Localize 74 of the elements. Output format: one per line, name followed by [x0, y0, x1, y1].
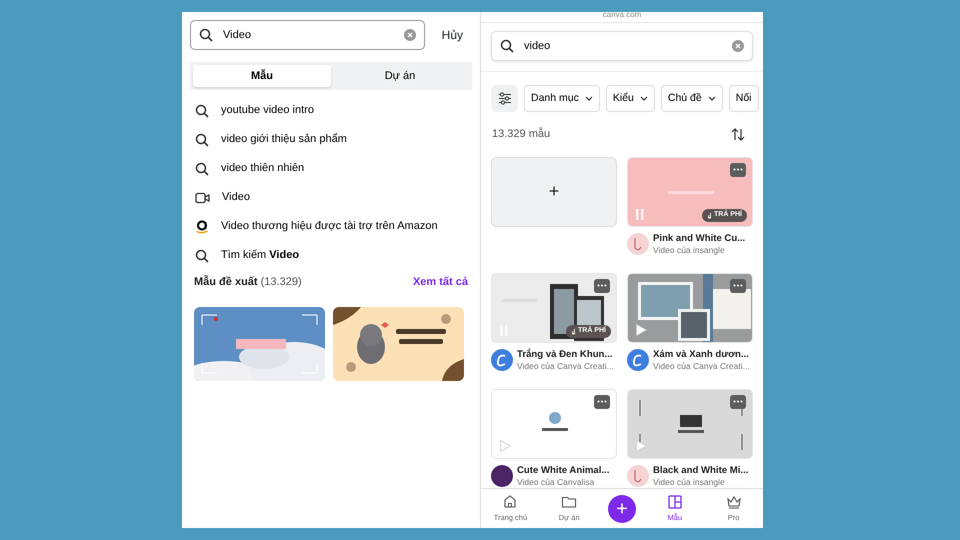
home-icon [502, 494, 518, 510]
amazon-logo-icon [195, 219, 209, 234]
suggestion-item[interactable]: Video thương hiệu được tài trợ trên Amazon [221, 218, 438, 235]
suggestion-item[interactable]: video thiên nhiên [221, 160, 304, 177]
tab[interactable]: Mẫu [193, 65, 331, 87]
chevron-down-icon [640, 96, 648, 101]
play-icon [636, 324, 647, 336]
template-title[interactable]: Cute White Animal... [517, 464, 610, 476]
search-icon [500, 39, 514, 53]
address-text: canva.com [602, 10, 642, 19]
search-field[interactable]: Video [221, 26, 396, 44]
more-icon [733, 400, 743, 403]
section-title: Mẫu đề xuất (13.329) [194, 274, 302, 290]
more-button[interactable] [730, 278, 746, 292]
search-icon [195, 162, 209, 176]
chevron-down-icon [708, 96, 716, 101]
play-icon [500, 440, 511, 452]
template-title[interactable]: Trắng và Đen Khun... [517, 348, 614, 360]
video-camera-icon [195, 192, 210, 204]
create-blank-button[interactable]: + [491, 156, 617, 226]
tab[interactable]: Dự án [331, 65, 469, 87]
sliders-icon [498, 92, 512, 105]
suggestion-item[interactable]: youtube video intro [221, 102, 314, 119]
suggestion-item[interactable]: Tìm kiếm Video [221, 247, 300, 264]
avatar-icon [627, 233, 649, 255]
clear-button[interactable] [732, 40, 744, 52]
filter-button[interactable] [491, 85, 518, 112]
more-button[interactable] [730, 394, 746, 408]
see-all-link[interactable]: Xem tất cả [412, 274, 468, 290]
avatar-icon [627, 349, 649, 371]
search-icon [195, 132, 209, 146]
template-author: Video của insangle [653, 244, 726, 256]
create-button[interactable]: + [608, 494, 636, 522]
filter-dropdown[interactable]: Danh mục [524, 85, 600, 112]
more-button[interactable] [594, 394, 610, 408]
clear-button[interactable] [404, 29, 416, 41]
search-field[interactable]: video [522, 36, 724, 56]
pause-icon [636, 208, 644, 220]
suggestion-item[interactable]: video giới thiệu sản phẩm [221, 131, 347, 148]
template-author: Video của insangle [653, 476, 726, 488]
sort-icon [731, 128, 745, 141]
filter-dropdown[interactable]: Nối [728, 85, 758, 112]
search-icon [195, 104, 209, 118]
more-icon [733, 284, 743, 287]
filter-dropdown[interactable]: Chủ đề [660, 85, 723, 112]
search-bar[interactable]: Video [190, 20, 425, 50]
cancel-button[interactable]: Hủy [440, 25, 464, 45]
template-author: Video của Canvalisa [517, 476, 596, 488]
result-count: 13.329 mẫu [492, 126, 550, 142]
template-title[interactable]: Pink and White Cu... [653, 232, 746, 244]
chevron-down-icon [584, 96, 593, 101]
layout-icon [666, 494, 683, 510]
sort-button[interactable] [731, 128, 745, 141]
more-button[interactable] [594, 278, 610, 292]
avatar-icon [627, 465, 649, 487]
more-button[interactable] [730, 162, 746, 176]
coin-icon [571, 328, 576, 335]
template-title[interactable]: Xám và Xanh dươn... [653, 348, 750, 360]
more-icon [733, 168, 743, 171]
filter-dropdown[interactable]: Kiểu [606, 85, 655, 112]
crown-icon [726, 494, 742, 510]
suggestion-item[interactable]: Video [222, 189, 250, 206]
search-bar[interactable]: video [491, 31, 753, 61]
coin-icon [707, 212, 712, 219]
avatar-icon [491, 465, 513, 487]
search-icon [199, 28, 213, 42]
search-icon [195, 248, 209, 262]
template-title[interactable]: Black and White Mi... [653, 464, 748, 476]
play-icon [636, 440, 647, 452]
more-icon [597, 400, 607, 403]
avatar-icon [491, 349, 513, 371]
template-author: Video của Canva Creati... [517, 360, 614, 372]
more-icon [597, 284, 607, 287]
template-author: Video của Canva Creati... [653, 360, 750, 372]
